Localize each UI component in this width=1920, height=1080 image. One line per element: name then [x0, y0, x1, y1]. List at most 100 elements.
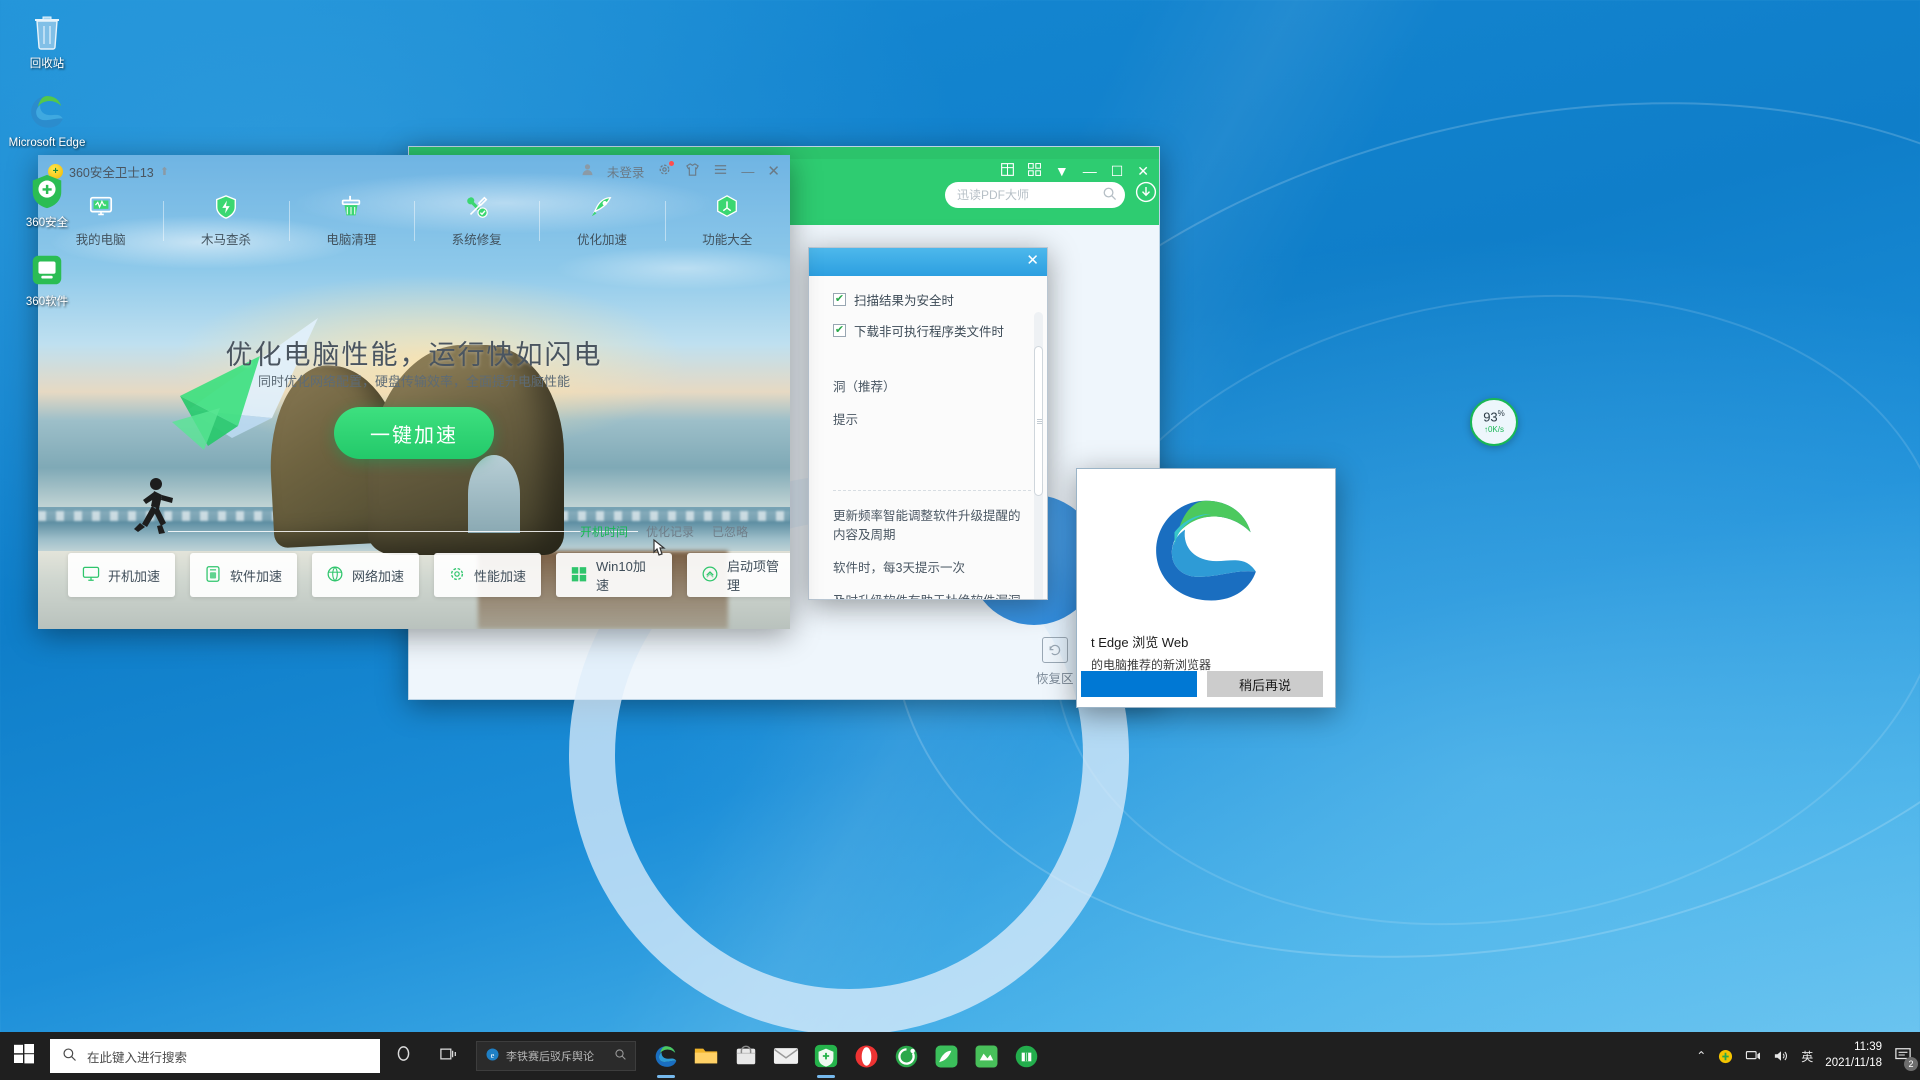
clock-date: 2021/11/18 — [1825, 1057, 1882, 1069]
gear-icon[interactable] — [657, 161, 675, 180]
edge-promo-primary-button[interactable] — [1081, 671, 1197, 697]
settings-scrollbar[interactable] — [1034, 312, 1043, 599]
chevron-down-icon[interactable]: ▼ — [1055, 164, 1069, 178]
gear-icon — [448, 565, 466, 586]
performance-float-ball[interactable]: 93% ↑0K/s — [1470, 398, 1518, 446]
edge-promo-dialog[interactable]: t Edge 浏览 Web 的电脑推荐的新浏览器 稍后再说 — [1076, 468, 1336, 708]
scrollbar-thumb[interactable] — [1034, 346, 1043, 496]
taskbar-app-mail[interactable] — [766, 1032, 806, 1080]
ime-indicator[interactable]: 英 — [1801, 1048, 1813, 1065]
clock-time: 11:39 — [1854, 1041, 1882, 1054]
minimize-button[interactable]: — — [1083, 164, 1097, 178]
taskbar-clock[interactable]: 11:39 2021/11/18 — [1825, 1040, 1882, 1071]
settings-checkbox-row[interactable]: ✔ 下载非可执行程序类文件时 — [833, 321, 1031, 340]
nav-item-label: 电脑清理 — [326, 233, 377, 247]
taskbar-app-360-speed[interactable] — [926, 1032, 966, 1080]
nav-item-system-repair[interactable]: 系统修复 — [413, 187, 539, 255]
download-circle-icon[interactable] — [1135, 181, 1157, 208]
secondary-link-row: 开机时间 优化记录 已忽略 — [580, 523, 748, 540]
upgrade-arrow-icon[interactable]: ⬆ — [160, 165, 169, 178]
settings-checkbox-row[interactable]: ✔ 扫描结果为安全时 — [833, 290, 1031, 309]
restore-zone-label: 恢复区 — [1035, 672, 1074, 686]
windows-icon — [570, 565, 588, 586]
one-click-accelerate-button[interactable]: 一键加速 — [334, 407, 494, 459]
taskbar-app-360-browser[interactable] — [886, 1032, 926, 1080]
globe-icon — [326, 565, 344, 586]
start-button[interactable] — [0, 1032, 48, 1080]
account-status-label[interactable]: 未登录 — [607, 162, 645, 181]
maximize-button[interactable]: ☐ — [1111, 164, 1124, 178]
desktop-icon-recycle-bin[interactable]: 回收站 — [4, 6, 90, 73]
tile-label: 性能加速 — [474, 568, 527, 584]
settings-text-line: 更新频率智能调整软件升级提醒的内容及周期 — [833, 509, 1021, 542]
link-optimize-history[interactable]: 优化记录 — [646, 523, 694, 540]
tile-win10-accelerate[interactable]: Win10加速 — [556, 553, 672, 597]
tile-performance-accelerate[interactable]: 性能加速 — [434, 553, 541, 597]
settings-dialog-body: ✔ 扫描结果为安全时 ✔ 下载非可执行程序类文件时 洞（推荐） 提示 更新频率智… — [809, 276, 1047, 599]
nav-item-trojan-scan[interactable]: 木马查杀 — [163, 187, 288, 255]
settings-dialog[interactable]: ✕ ✔ 扫描结果为安全时 ✔ 下载非可执行程序类文件时 洞（推荐） 提示 更新频… — [808, 247, 1048, 600]
skin-shirt-icon[interactable] — [685, 162, 700, 180]
action-center-button[interactable]: 2 — [1894, 1047, 1918, 1071]
desktop-icon-label: 360安全 — [25, 216, 69, 229]
taskbar-search-box[interactable]: 在此键入进行搜索 — [50, 1039, 380, 1073]
tile-startup-manager[interactable]: 启动项管理 — [687, 553, 790, 597]
minimize-button[interactable]: — — [741, 164, 754, 179]
restore-zone-button[interactable]: 恢复区 — [1035, 637, 1074, 687]
nav-item-all-features[interactable]: 功能大全 — [664, 187, 790, 255]
settings-text-line: 洞（推荐） — [833, 380, 896, 394]
nav-item-computer-clean[interactable]: 电脑清理 — [288, 187, 414, 255]
close-icon[interactable]: ✕ — [1026, 251, 1039, 269]
taskbar-app-edge[interactable] — [646, 1032, 686, 1080]
restore-icon — [1041, 637, 1068, 663]
divider — [833, 490, 1031, 491]
app-window-icon — [204, 565, 222, 586]
tray-chevron-icon[interactable]: ⌃ — [1696, 1049, 1706, 1063]
checkbox-icon[interactable]: ✔ — [833, 293, 846, 306]
nav-item-optimize-speed[interactable]: 优化加速 — [539, 187, 664, 255]
taskbar-app-360-safe[interactable] — [806, 1032, 846, 1080]
network-icon[interactable] — [1745, 1049, 1761, 1063]
nav-item-label: 木马查杀 — [200, 233, 251, 247]
close-button[interactable]: ✕ — [767, 162, 780, 180]
grid-icon[interactable] — [1000, 163, 1014, 178]
float-ball-percent-unit: % — [1497, 408, 1505, 418]
desktop-icon-360-software[interactable]: 360软件 — [4, 244, 90, 311]
search-icon — [62, 1047, 77, 1065]
edge-promo-buttons: 稍后再说 — [1077, 671, 1335, 697]
taskbar-app-360-zip[interactable] — [1006, 1032, 1046, 1080]
taskbar-app-file-explorer[interactable] — [686, 1032, 726, 1080]
360-tray-icon[interactable] — [1718, 1049, 1733, 1064]
chevron-up-circle-icon — [701, 565, 719, 586]
edge-promo-later-button[interactable]: 稍后再说 — [1207, 671, 1323, 697]
taskbar-app-green[interactable] — [966, 1032, 1006, 1080]
tile-software-accelerate[interactable]: 软件加速 — [190, 553, 297, 597]
settings-text-line: 软件时，每3天提示一次 — [833, 561, 965, 575]
task-view-icon — [440, 1046, 458, 1067]
news-widget[interactable]: e 李铁赛后驳斥舆论 — [476, 1041, 636, 1071]
tile-network-accelerate[interactable]: 网络加速 — [312, 553, 419, 597]
user-icon[interactable] — [581, 163, 594, 179]
checkbox-icon[interactable]: ✔ — [833, 324, 846, 337]
float-ball-speed: ↑0K/s — [1484, 425, 1504, 434]
task-view-button[interactable] — [426, 1032, 472, 1080]
close-button[interactable]: ✕ — [1137, 164, 1149, 178]
desktop-icon-360-security[interactable]: ✚ 360安全 — [4, 165, 90, 232]
pdf-search-area: 迅读PDF大师 — [945, 181, 1157, 208]
apps-icon[interactable] — [1027, 163, 1041, 178]
link-ignored[interactable]: 已忽略 — [712, 523, 748, 540]
volume-icon[interactable] — [1773, 1049, 1789, 1063]
notification-badge: 2 — [1904, 1056, 1918, 1071]
360-security-window[interactable]: + 360安全卫士13 ⬆ 未登录 — ✕ 我的电脑 木马查杀 电脑清理 系统修… — [38, 155, 790, 629]
search-icon[interactable] — [1102, 186, 1117, 204]
hamburger-menu-icon[interactable] — [713, 162, 728, 180]
tile-boot-accelerate[interactable]: 开机加速 — [68, 553, 175, 597]
link-boot-time[interactable]: 开机时间 — [580, 523, 628, 540]
notification-dot — [669, 161, 675, 166]
pdf-search-input[interactable]: 迅读PDF大师 — [945, 181, 1125, 208]
search-icon[interactable] — [614, 1048, 627, 1064]
taskbar-app-microsoft-store[interactable] — [726, 1032, 766, 1080]
taskbar-app-opera[interactable] — [846, 1032, 886, 1080]
cortana-button[interactable] — [380, 1032, 426, 1080]
desktop-icon-microsoft-edge[interactable]: Microsoft Edge — [4, 85, 90, 152]
